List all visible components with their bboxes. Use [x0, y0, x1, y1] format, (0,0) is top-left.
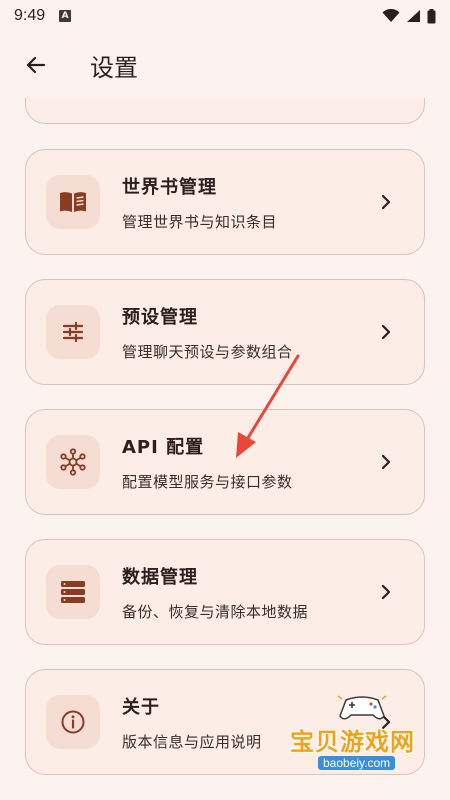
settings-item-data[interactable]: 数据管理 备份、恢复与清除本地数据: [25, 539, 425, 645]
settings-item-title: 数据管理: [122, 566, 198, 588]
gamepad-icon: [337, 695, 387, 720]
settings-item-icon-box: [46, 305, 100, 359]
settings-item-icon-box: [46, 435, 100, 489]
settings-item-subtitle: 备份、恢复与清除本地数据: [122, 602, 309, 621]
settings-item-subtitle: 管理聊天预设与参数组合: [122, 342, 293, 361]
watermark-text: 宝贝游戏网: [290, 728, 415, 756]
settings-item-icon-box: [46, 175, 100, 229]
settings-item-icon-box: [46, 695, 100, 749]
chevron-right-icon: [376, 322, 396, 342]
arrow-left-icon: [26, 56, 46, 74]
chevron-right-icon: [376, 452, 396, 472]
app-bar: 设置: [0, 32, 450, 98]
book-icon: [60, 192, 86, 212]
wifi-icon: [382, 9, 400, 22]
page-title: 设置: [90, 53, 138, 82]
watermark: 宝贝游戏网 baobeiy.com: [282, 692, 442, 782]
back-button[interactable]: [12, 41, 60, 89]
status-time: 9:49: [14, 7, 46, 24]
battery-icon: [427, 8, 436, 23]
status-bar: 9:49 A: [0, 0, 450, 32]
sliders-icon: [62, 321, 84, 343]
network-hub-icon: [60, 448, 86, 476]
settings-item-title: API 配置: [122, 436, 205, 458]
settings-item-api[interactable]: API 配置 配置模型服务与接口参数: [25, 409, 425, 515]
chevron-right-icon: [376, 582, 396, 602]
settings-item-title: 预设管理: [122, 306, 198, 328]
settings-item-subtitle: 配置模型服务与接口参数: [122, 472, 293, 491]
status-icons: [382, 8, 436, 24]
settings-item-icon-box: [46, 565, 100, 619]
notification-badge-icon: A: [59, 10, 72, 22]
signal-icon: [407, 10, 420, 22]
settings-item-title: 世界书管理: [122, 176, 217, 198]
watermark-url: baobeiy.com: [318, 756, 396, 770]
settings-item-presets[interactable]: 预设管理 管理聊天预设与参数组合: [25, 279, 425, 385]
chevron-right-icon: [376, 192, 396, 212]
settings-item-subtitle: 管理世界书与知识条目: [122, 212, 278, 231]
info-icon: [61, 710, 85, 734]
settings-item-worldbook[interactable]: 世界书管理 管理世界书与知识条目: [25, 149, 425, 255]
settings-card-partial[interactable]: [25, 98, 425, 124]
storage-icon: [61, 581, 85, 603]
